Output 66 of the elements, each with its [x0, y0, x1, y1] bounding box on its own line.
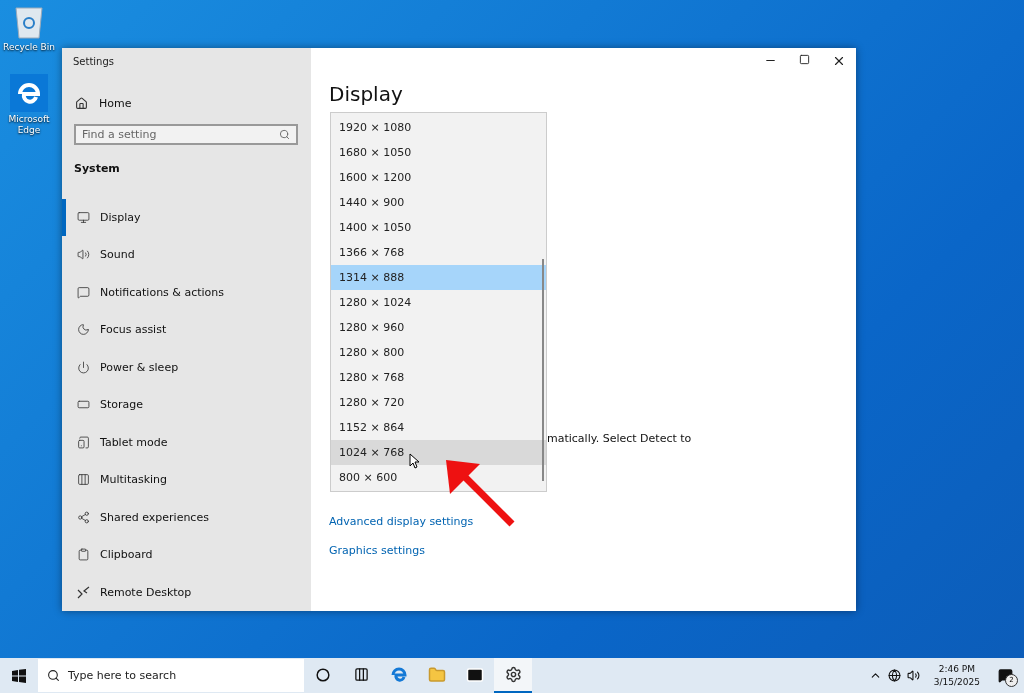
edge-icon: [10, 74, 48, 113]
tablet-icon: [77, 435, 90, 449]
search-field[interactable]: Find a setting: [74, 124, 298, 145]
sidebar-item[interactable]: Storage: [62, 386, 311, 424]
monitor-icon: [77, 210, 90, 224]
recycle-bin-icon: [13, 4, 45, 40]
share-icon: [77, 510, 90, 524]
window-title: Settings: [72, 55, 115, 67]
multitasking-icon: [77, 473, 90, 487]
home-icon: [75, 97, 88, 110]
dropdown-option[interactable]: 1920 × 1080: [331, 115, 546, 140]
settings-link[interactable]: Graphics settings: [329, 544, 856, 557]
dropdown-option[interactable]: 1280 × 800: [331, 340, 546, 365]
clock[interactable]: 2:46 PM 3/15/2025: [933, 662, 980, 689]
search-icon: [47, 669, 60, 682]
speech-bubble-icon: [77, 285, 90, 299]
dropdown-option[interactable]: 1680 × 1050: [331, 140, 546, 165]
sidebar-item[interactable]: Tablet mode: [62, 423, 311, 461]
dropdown-option[interactable]: 1024 × 768: [331, 440, 546, 465]
mouse-cursor-icon: [409, 453, 420, 469]
dropdown-option[interactable]: 1440 × 900: [331, 190, 546, 215]
dropdown-option[interactable]: 1280 × 960: [331, 315, 546, 340]
close-icon[interactable]: [832, 54, 846, 68]
sidebar-item[interactable]: Notifications & actions: [62, 273, 311, 311]
desktop-icon[interactable]: Recycle Bin: [2, 4, 56, 53]
dropdown-option[interactable]: 800 × 600: [331, 465, 546, 490]
remote-desktop-icon: [77, 585, 90, 599]
sidebar-item[interactable]: Sound: [62, 236, 311, 274]
desktop-icon[interactable]: Microsoft Edge: [2, 74, 56, 136]
section-title: System: [73, 160, 121, 175]
sidebar-item[interactable]: Clipboard: [62, 536, 311, 574]
sidebar-item[interactable]: Shared experiences: [62, 498, 311, 536]
speaker-icon[interactable]: [906, 669, 920, 682]
dropdown-option[interactable]: 1400 × 1050: [331, 215, 546, 240]
dropdown-option[interactable]: 1280 × 720: [331, 390, 546, 415]
dropdown-option[interactable]: 1314 × 888: [331, 265, 546, 290]
page-heading: Display: [329, 82, 403, 106]
taskbar-search-field[interactable]: Type here to search: [38, 659, 304, 692]
description-text: matically. Select Detect to: [547, 432, 692, 445]
maximize-icon[interactable]: [799, 54, 810, 65]
search-icon: [279, 128, 290, 140]
home-link[interactable]: Home: [62, 67, 311, 110]
folder-icon: [428, 665, 446, 684]
settings-link[interactable]: Advanced display settings: [329, 515, 856, 528]
sidebar-item[interactable]: Remote Desktop: [62, 573, 311, 611]
moon-icon: [77, 323, 90, 337]
task-view-icon: [353, 667, 369, 682]
globe-icon[interactable]: [887, 669, 901, 682]
windows-logo-icon: [12, 668, 26, 683]
speaker-icon: [77, 248, 90, 262]
dropdown-option[interactable]: 1366 × 768: [331, 240, 546, 265]
settings-icon: [504, 666, 522, 683]
mail-icon: [466, 665, 484, 684]
circle-icon: [316, 667, 330, 682]
taskbar-app-button[interactable]: [494, 658, 532, 693]
dropdown-option[interactable]: 1600 × 1200: [331, 165, 546, 190]
dropdown-option[interactable]: 1280 × 768: [331, 365, 546, 390]
dropdown-option[interactable]: 1152 × 864: [331, 415, 546, 440]
power-icon: [77, 360, 90, 374]
sidebar-item[interactable]: Focus assist: [62, 311, 311, 349]
edge-icon: [390, 665, 408, 684]
sidebar-item[interactable]: Display: [62, 198, 311, 236]
sidebar-item[interactable]: Multitasking: [62, 461, 311, 499]
dropdown-option[interactable]: 1280 × 1024: [331, 290, 546, 315]
sidebar-item[interactable]: Power & sleep: [62, 348, 311, 386]
clipboard-icon: [77, 548, 90, 562]
